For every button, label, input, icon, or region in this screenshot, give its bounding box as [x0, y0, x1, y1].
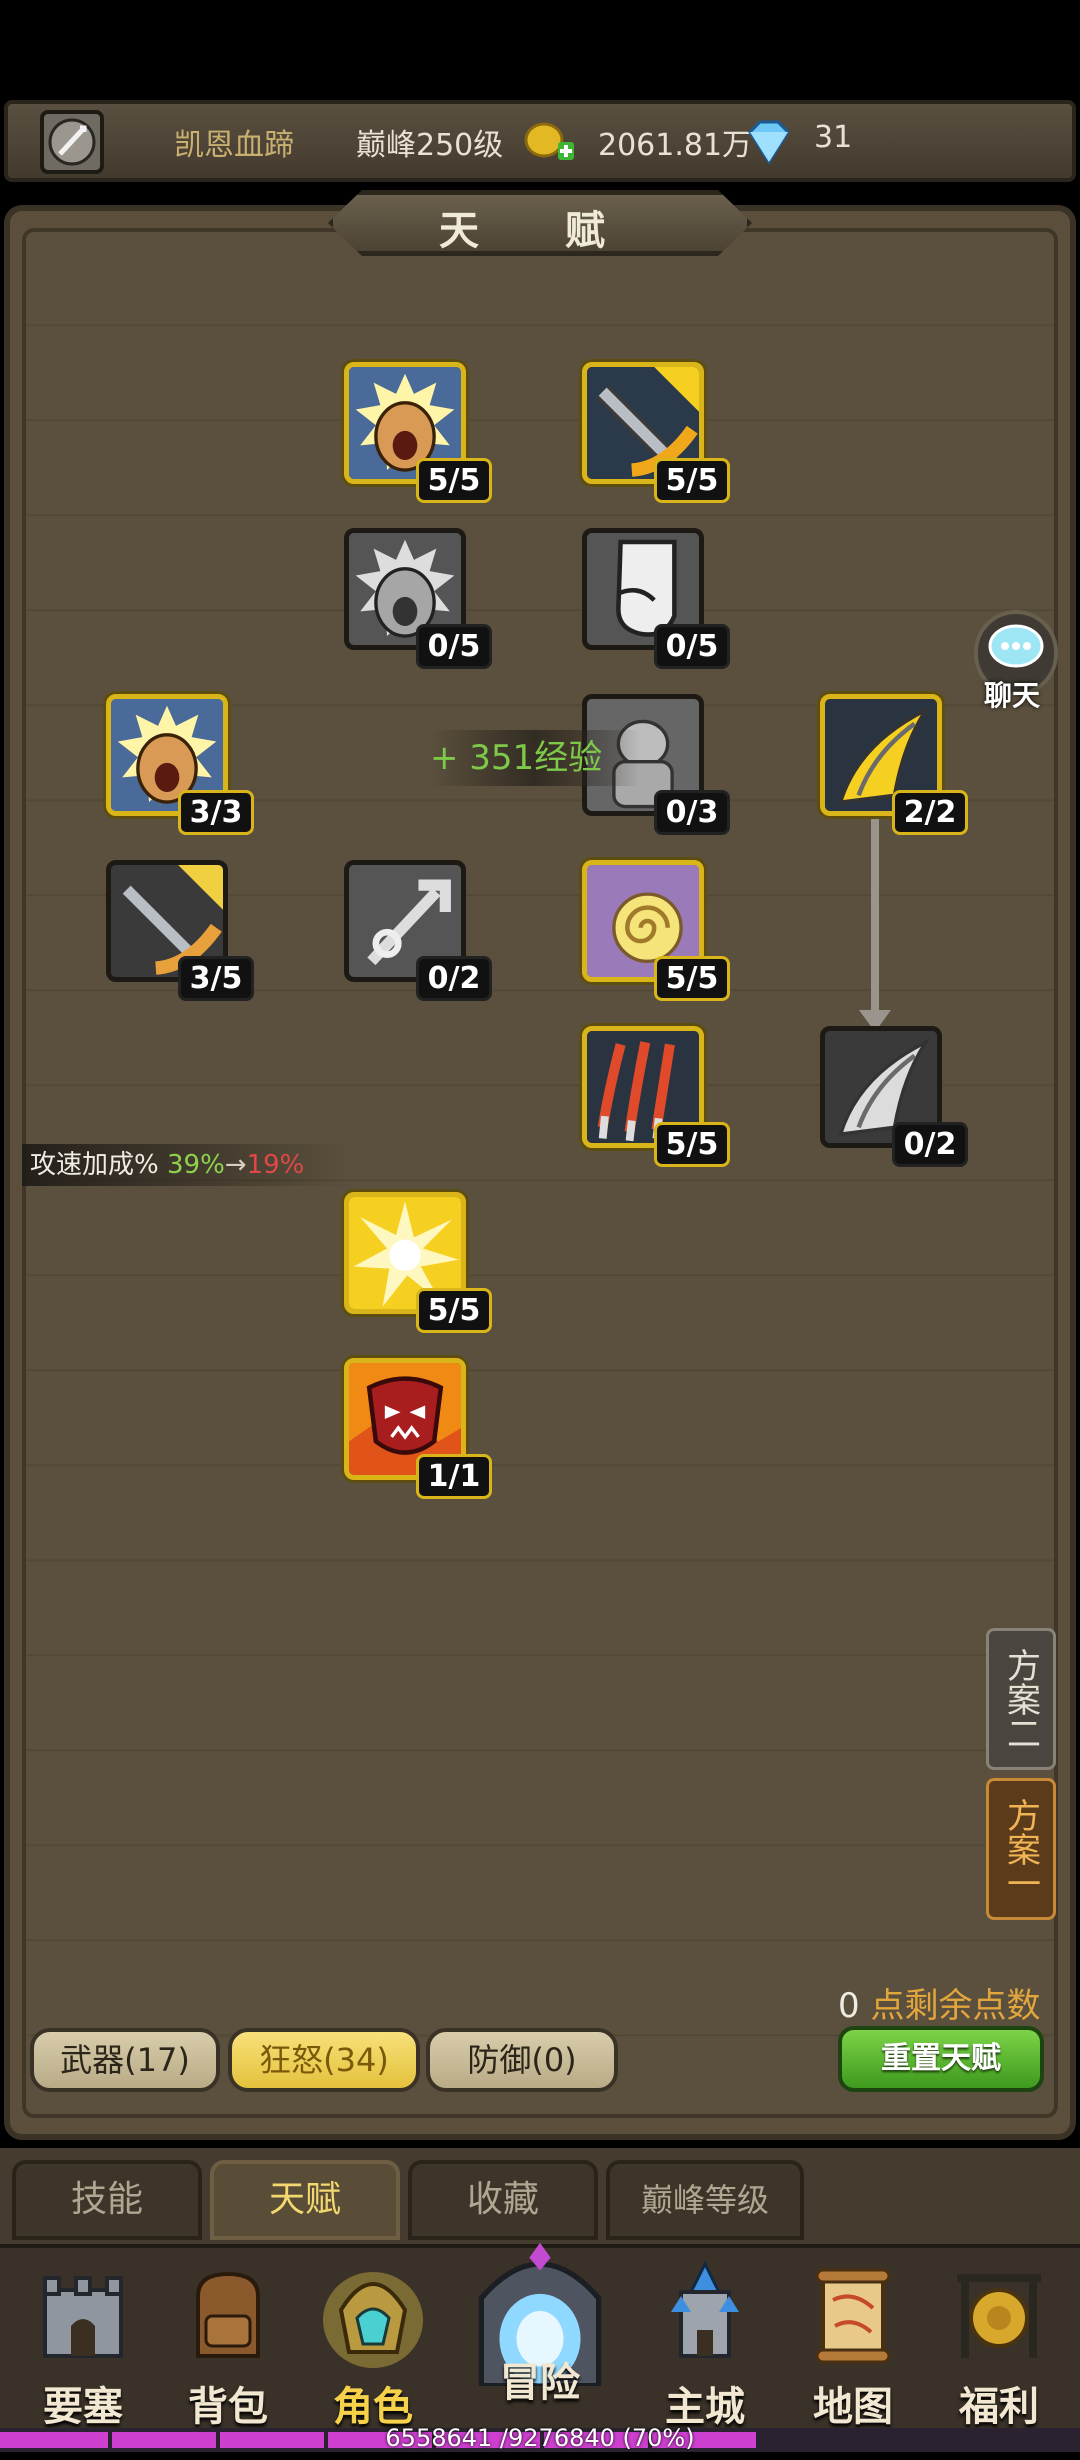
nav-adventure[interactable]: 冒险 [455, 2236, 625, 2406]
tab-talent[interactable]: 天赋 [210, 2160, 400, 2240]
tab-skills[interactable]: 技能 [12, 2160, 202, 2240]
plan-one-tab[interactable]: 方案一 [986, 1778, 1056, 1920]
talent-level-badge: 0/2 [416, 956, 492, 1001]
defense-category-button[interactable]: 防御(0) [426, 2028, 618, 2092]
gold-amount: 2061.81万 [598, 128, 753, 163]
talent-level-badge: 0/3 [654, 790, 730, 835]
castle-icon [671, 2260, 739, 2358]
weapon-category-button[interactable]: 武器(17) [30, 2028, 220, 2092]
talent-level-badge: 0/5 [654, 624, 730, 669]
talent-level-badge: 3/3 [178, 790, 254, 835]
talent-level-badge: 5/5 [654, 1122, 730, 1167]
rage-category-button[interactable]: 狂怒(34) [228, 2028, 420, 2092]
talent-level-badge: 0/5 [416, 624, 492, 669]
fortress-icon [43, 2276, 123, 2358]
plan-two-tab[interactable]: 方案二 [986, 1628, 1056, 1770]
nav-map[interactable]: 地图 [788, 2260, 918, 2430]
helmet-icon [323, 2272, 423, 2368]
scroll-map-icon [815, 2268, 891, 2364]
tooltip-next: 19% [246, 1150, 305, 1180]
sword-emblem-icon [48, 118, 96, 166]
nav-character[interactable]: 角色 [308, 2260, 438, 2430]
tooltip-arrow: → [224, 1150, 247, 1180]
page-title: 天 赋 [439, 208, 641, 254]
remaining-points: 0 点剩余点数 [838, 1978, 1040, 2027]
reset-talent-button[interactable]: 重置天赋 [838, 2026, 1044, 2092]
diamond-amount: 31 [814, 120, 853, 155]
attack-speed-tooltip: 攻速加成% 39%→19% [22, 1144, 350, 1186]
talent-level-badge: 0/2 [892, 1122, 968, 1167]
talent-level-badge: 2/2 [892, 790, 968, 835]
tab-collection[interactable]: 收藏 [408, 2160, 598, 2240]
nav-main-city[interactable]: 主城 [640, 2260, 770, 2430]
remaining-points-value: 0 [838, 1986, 860, 2026]
talent-level-badge: 5/5 [416, 458, 492, 503]
chat-label[interactable]: 聊天 [984, 674, 1040, 714]
talent-level-badge: 5/5 [654, 458, 730, 503]
gold-coin-icon[interactable] [522, 118, 578, 164]
tooltip-label: 攻速加成% [30, 1150, 167, 1180]
tooltip-current: 39% [166, 1150, 225, 1180]
talent-level-badge: 5/5 [416, 1288, 492, 1333]
nav-fortress[interactable]: 要塞 [18, 2260, 148, 2430]
talent-level-badge: 5/5 [654, 956, 730, 1001]
remaining-points-label: 点剩余点数 [859, 1986, 1041, 2026]
nav-welfare[interactable]: 福利 [934, 2260, 1064, 2430]
talent-level-badge: 3/5 [178, 956, 254, 1001]
exp-gain-popup: + 351经验 [430, 730, 640, 786]
diamond-icon[interactable] [742, 118, 796, 166]
tab-peak-level[interactable]: 巅峰等级 [606, 2160, 804, 2240]
talent-level-badge: 1/1 [416, 1454, 492, 1499]
peak-level: 巅峰250级 [356, 128, 504, 163]
experience-text: 6558641 /9276840 (70%) [385, 2424, 695, 2452]
talent-connector [871, 812, 879, 1022]
gong-icon [957, 2274, 1041, 2358]
backpack-icon [196, 2271, 260, 2358]
nav-backpack[interactable]: 背包 [163, 2260, 293, 2430]
player-avatar[interactable] [40, 110, 104, 174]
player-name: 凯恩血蹄 [174, 128, 294, 163]
